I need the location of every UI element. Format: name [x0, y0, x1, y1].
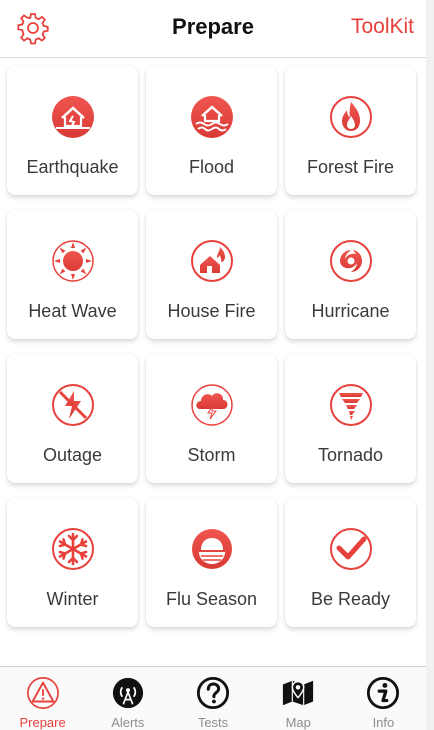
tile-label: Storm [187, 445, 236, 465]
tile-label: Hurricane [311, 301, 390, 321]
scrollbar[interactable] [426, 0, 434, 730]
tab-prepare[interactable]: Prepare [0, 667, 85, 730]
tile-outage[interactable]: Outage [7, 354, 138, 483]
tile-label: Flood [188, 157, 235, 177]
tile-house-fire[interactable]: House Fire [146, 210, 277, 339]
outage-icon [51, 384, 94, 426]
tile-tornado[interactable]: Tornado [285, 354, 416, 483]
tile-label: Winter [46, 589, 99, 609]
flood-icon [190, 96, 233, 138]
storm-icon [190, 384, 233, 426]
tab-alerts[interactable]: Alerts [85, 667, 170, 730]
tile-label: Be Ready [310, 589, 391, 609]
tile-flood[interactable]: Flood [146, 66, 277, 195]
sun-icon [51, 240, 94, 282]
tile-label: Flu Season [165, 589, 258, 609]
snowflake-icon [51, 528, 94, 570]
tile-forest-fire[interactable]: Forest Fire [285, 66, 416, 195]
question-icon [196, 676, 230, 710]
map-icon [283, 680, 314, 706]
header: Prepare ToolKit [0, 0, 426, 58]
tile-be-ready[interactable]: Be Ready [285, 498, 416, 627]
tile-heat-wave[interactable]: Heat Wave [7, 210, 138, 339]
tile-label: Earthquake [26, 157, 119, 177]
tab-info[interactable]: Info [341, 667, 426, 730]
flu-mask-icon [191, 529, 232, 569]
tab-label: Map [285, 715, 311, 730]
hazard-grid: Earthquake Flood Forest Fire Heat Wave H… [7, 66, 421, 627]
tab-label: Info [372, 715, 395, 730]
tab-tests[interactable]: Tests [170, 667, 255, 730]
fire-icon [329, 96, 372, 138]
tile-label: House Fire [167, 301, 256, 321]
earthquake-icon [51, 96, 94, 138]
tab-map[interactable]: Map [256, 667, 341, 730]
checkmark-icon [329, 528, 372, 570]
alert-tower-icon [112, 677, 143, 709]
tile-flu-season[interactable]: Flu Season [146, 498, 277, 627]
tile-earthquake[interactable]: Earthquake [7, 66, 138, 195]
tile-label: Tornado [317, 445, 384, 465]
warning-icon [26, 677, 59, 709]
hurricane-icon [329, 240, 372, 282]
house-fire-icon [190, 240, 233, 282]
tile-winter[interactable]: Winter [7, 498, 138, 627]
tile-label: Outage [42, 445, 103, 465]
tile-label: Forest Fire [306, 157, 394, 177]
tile-storm[interactable]: Storm [146, 354, 277, 483]
tile-label: Heat Wave [28, 301, 117, 321]
toolkit-link[interactable]: ToolKit [351, 15, 414, 39]
tornado-icon [329, 384, 372, 426]
tile-hurricane[interactable]: Hurricane [285, 210, 416, 339]
tab-label: Tests [197, 715, 229, 730]
tab-bar: Prepare Alerts Tests Map Info [0, 666, 426, 730]
tab-label: Prepare [19, 715, 66, 730]
info-icon [367, 676, 400, 710]
tab-label: Alerts [111, 715, 145, 730]
